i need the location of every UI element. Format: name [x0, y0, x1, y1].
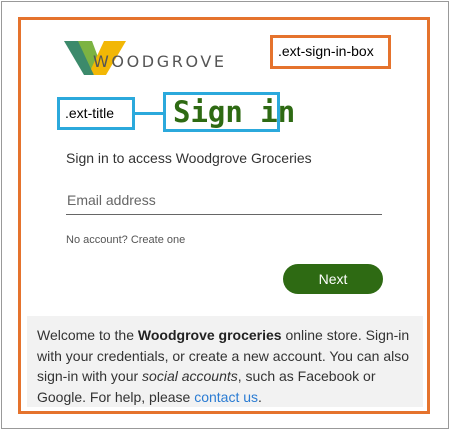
title-annotation: .ext-title	[57, 97, 135, 130]
brand-logo: WOODGROVE	[64, 39, 224, 79]
info-panel: Welcome to the Woodgrove groceries onlin…	[27, 316, 423, 407]
info-text-4: .	[258, 388, 262, 405]
sign-in-box-annotation: .ext-sign-in-box	[270, 35, 391, 69]
signup-prompt: No account? Create one	[66, 234, 185, 246]
brand-logo-text: WOODGROVE	[93, 52, 227, 71]
info-social-accounts: social accounts	[142, 368, 238, 384]
title-highlight: Sign in	[163, 92, 296, 132]
annotation-connector-line	[135, 112, 163, 115]
info-text-1: Welcome to the	[37, 327, 138, 343]
page-title: Sign in	[173, 95, 296, 129]
email-input[interactable]	[66, 186, 382, 215]
contact-us-link[interactable]: contact us	[194, 389, 258, 405]
sign-in-subtitle: Sign in to access Woodgrove Groceries	[66, 150, 312, 166]
next-button[interactable]: Next	[283, 264, 383, 294]
info-brand-name: Woodgrove groceries	[137, 327, 282, 343]
create-account-link[interactable]: Create one	[131, 234, 185, 246]
no-account-text: No account?	[66, 234, 128, 246]
